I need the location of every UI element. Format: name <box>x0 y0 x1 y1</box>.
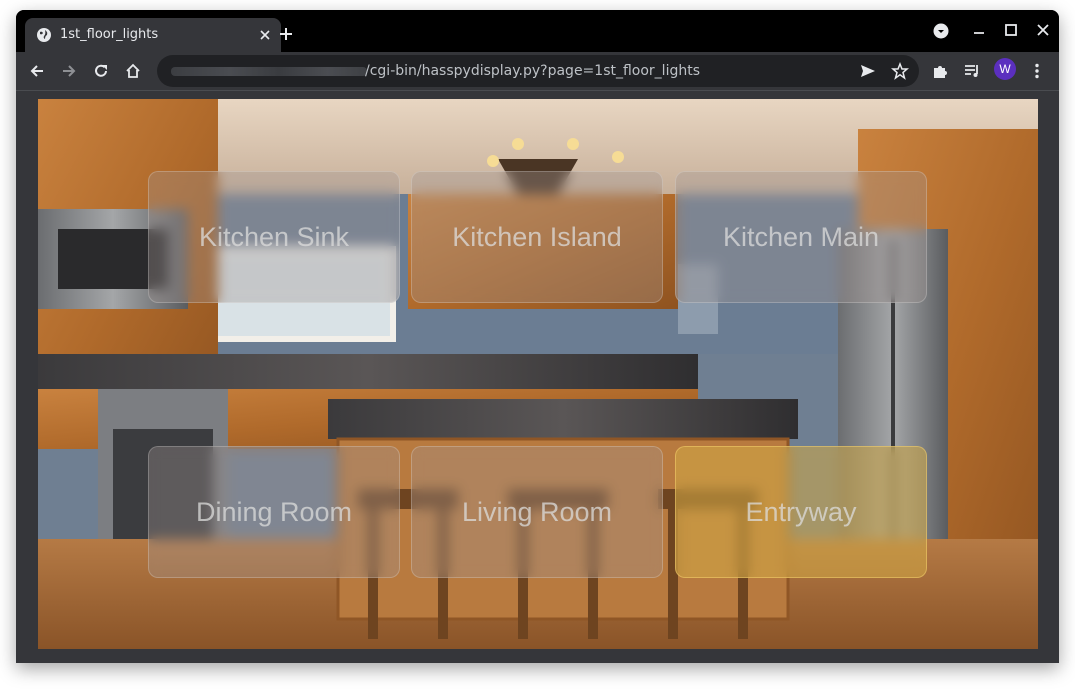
tile-label: Entryway <box>745 496 857 527</box>
globe-icon <box>37 28 51 42</box>
close-tab-icon[interactable] <box>257 27 273 43</box>
tile-label: Kitchen Sink <box>198 221 350 252</box>
browser-toolbar: /cgi-bin/hasspydisplay.py?page=1st_floor… <box>16 52 1059 91</box>
browser-window: 1st_floor_lights /cgi-bin/hasspydisplay.… <box>16 10 1059 663</box>
extensions-puzzle-icon[interactable] <box>931 62 949 80</box>
light-tile-kitchen-sink[interactable]: Kitchen Sink <box>148 171 400 303</box>
send-icon[interactable] <box>859 62 877 80</box>
tab-search-icon[interactable] <box>933 23 949 39</box>
tile-label: Living Room <box>461 496 613 527</box>
back-arrow-icon[interactable] <box>28 62 46 80</box>
active-tab[interactable]: 1st_floor_lights <box>25 18 281 52</box>
more-menu-icon[interactable] <box>1028 62 1046 80</box>
tab-strip: 1st_floor_lights <box>16 10 1059 52</box>
new-tab-icon[interactable] <box>278 26 294 42</box>
tile-label: Kitchen Island <box>452 221 622 252</box>
forward-arrow-icon[interactable] <box>60 62 78 80</box>
home-icon[interactable] <box>124 62 142 80</box>
media-queue-icon[interactable] <box>963 62 981 80</box>
bookmark-star-icon[interactable] <box>891 62 909 80</box>
page-viewport: Kitchen Sink Kitchen Island Kitchen Main… <box>38 99 1038 649</box>
light-tile-living-room[interactable]: Living Room <box>411 446 663 578</box>
light-tile-entryway[interactable]: Entryway <box>675 446 927 578</box>
profile-avatar[interactable]: W <box>994 58 1016 80</box>
minimize-icon[interactable] <box>971 23 987 39</box>
maximize-icon[interactable] <box>1003 22 1019 38</box>
close-window-icon[interactable] <box>1035 22 1051 38</box>
url-text: /cgi-bin/hasspydisplay.py?page=1st_floor… <box>365 63 701 79</box>
light-tile-kitchen-island[interactable]: Kitchen Island <box>411 171 663 303</box>
tile-label: Dining Room <box>195 496 353 527</box>
light-tile-kitchen-main[interactable]: Kitchen Main <box>675 171 927 303</box>
reload-icon[interactable] <box>92 62 110 80</box>
address-bar[interactable]: /cgi-bin/hasspydisplay.py?page=1st_floor… <box>157 55 919 87</box>
light-tile-dining-room[interactable]: Dining Room <box>148 446 400 578</box>
tab-title: 1st_floor_lights <box>60 27 159 42</box>
blurred-host <box>171 67 367 76</box>
tile-label: Kitchen Main <box>722 221 880 252</box>
